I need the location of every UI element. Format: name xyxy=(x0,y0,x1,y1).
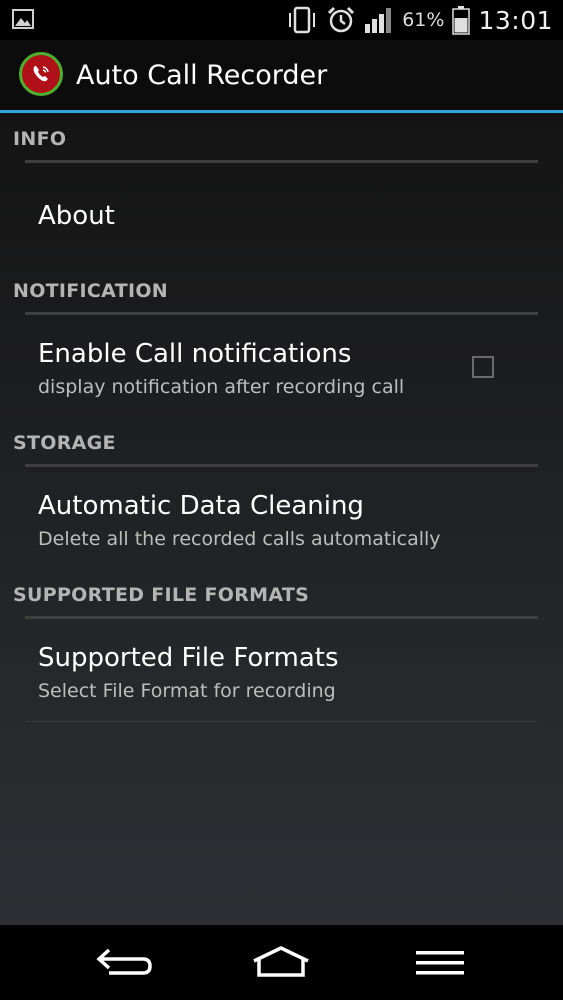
signal-icon xyxy=(365,8,392,33)
pref-automatic-data-cleaning-summary: Delete all the recorded calls automatica… xyxy=(38,528,441,550)
menu-icon[interactable] xyxy=(414,945,466,979)
section-header-notification: NOTIFICATION xyxy=(13,280,168,302)
battery-percent: 61% xyxy=(402,9,445,31)
status-bar: 61% 13:01 xyxy=(0,0,563,40)
app-icon[interactable] xyxy=(19,52,63,96)
alarm-icon xyxy=(328,6,355,33)
enable-notifications-checkbox[interactable] xyxy=(472,356,494,378)
action-bar: Auto Call Recorder xyxy=(0,40,563,113)
pref-about-title: About xyxy=(38,201,115,231)
app-title: Auto Call Recorder xyxy=(76,60,328,91)
pref-supported-file-formats-title: Supported File Formats xyxy=(38,643,339,673)
pref-enable-call-notifications-title: Enable Call notifications xyxy=(38,339,352,369)
section-divider xyxy=(25,616,538,619)
pref-automatic-data-cleaning-title: Automatic Data Cleaning xyxy=(38,491,364,521)
preferences-list: INFO About NOTIFICATION Enable Call noti… xyxy=(0,113,563,925)
vibrate-icon xyxy=(289,6,316,34)
section-divider xyxy=(25,160,538,163)
section-header-storage: STORAGE xyxy=(13,432,116,454)
back-icon[interactable] xyxy=(95,945,153,979)
status-icons: 61% 13:01 xyxy=(286,0,553,40)
pref-enable-call-notifications-summary: display notification after recording cal… xyxy=(38,376,405,398)
gallery-icon xyxy=(12,9,34,29)
pref-supported-file-formats-summary: Select File Format for recording xyxy=(38,680,336,702)
section-divider xyxy=(25,312,538,315)
clock: 13:01 xyxy=(478,5,553,35)
phone-icon xyxy=(33,66,49,82)
section-header-supported-file-formats: SUPPORTED FILE FORMATS xyxy=(13,584,310,606)
battery-icon xyxy=(452,6,471,35)
navigation-bar xyxy=(0,925,563,1000)
list-divider xyxy=(25,721,538,722)
section-divider xyxy=(25,464,538,467)
home-icon[interactable] xyxy=(250,945,312,979)
section-header-info: INFO xyxy=(13,128,67,150)
